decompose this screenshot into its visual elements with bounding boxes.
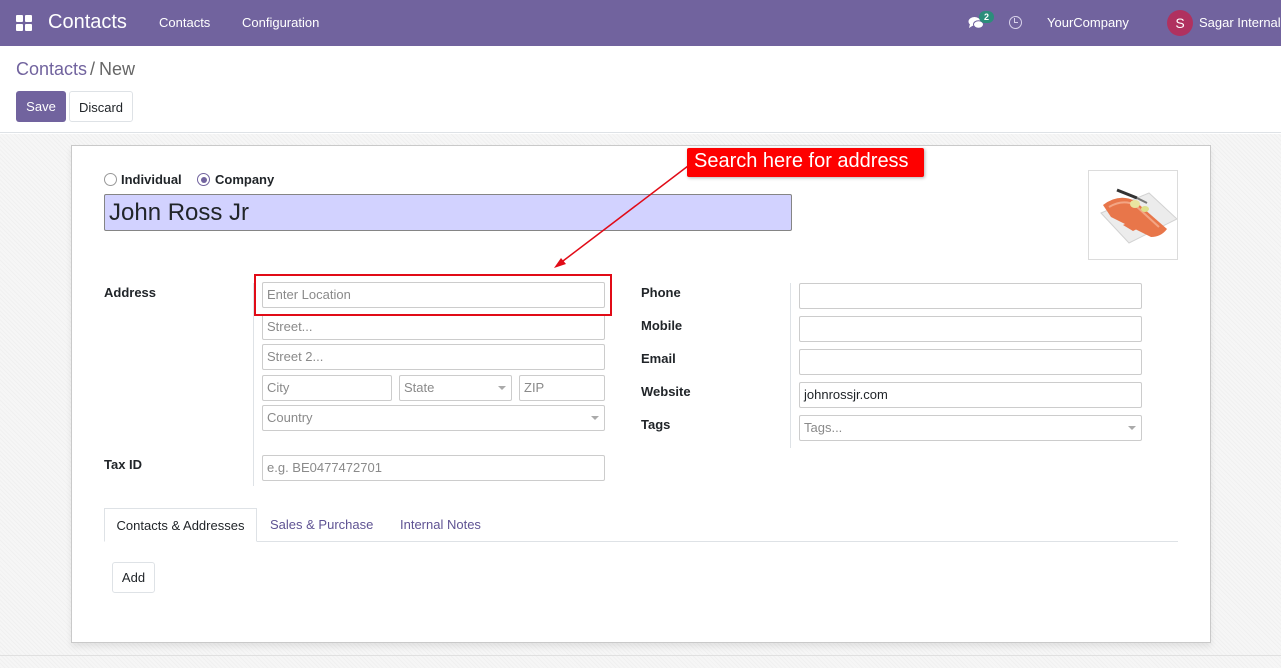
tab-internal-notes[interactable]: Internal Notes [400,508,481,542]
contact-info-divider [790,283,791,448]
tabs-underline [104,541,1178,542]
email-input[interactable] [799,349,1142,375]
phone-input[interactable] [799,283,1142,309]
company-switcher[interactable]: YourCompany [1047,15,1129,30]
website-input[interactable]: johnrossjr.com [799,382,1142,408]
state-select[interactable]: State [399,375,512,401]
country-select[interactable]: Country [262,405,605,431]
radio-company-label[interactable]: Company [215,172,274,187]
menu-contacts[interactable]: Contacts [159,15,210,30]
radio-company[interactable] [197,173,210,186]
app-title[interactable]: Contacts [48,11,127,34]
control-panel: Contacts / New Save Discard [0,46,1281,133]
annotation-highlight-box [254,274,612,316]
street2-input[interactable]: Street 2... [262,344,605,370]
tax-id-label: Tax ID [104,457,143,472]
mobile-input[interactable] [799,316,1142,342]
chevron-down-icon [591,416,599,420]
radio-individual-label[interactable]: Individual [121,172,182,187]
tags-label: Tags [641,417,671,432]
city-input[interactable]: City [262,375,392,401]
tax-id-input[interactable]: e.g. BE0477472701 [262,455,605,481]
zip-input[interactable]: ZIP [519,375,605,401]
contact-image[interactable] [1088,170,1178,260]
phone-label: Phone [641,285,681,300]
chevron-down-icon [1128,426,1136,430]
tags-select[interactable]: Tags... [799,415,1142,441]
user-menu[interactable]: Sagar Internal [1199,15,1281,30]
radio-individual[interactable] [104,173,117,186]
street-input[interactable]: Street... [262,314,605,340]
chevron-down-icon [498,386,506,390]
tab-contacts-addresses[interactable]: Contacts & Addresses [104,508,257,542]
mobile-label: Mobile [641,318,683,333]
website-label: Website [641,384,691,399]
annotation-arrow-icon [554,165,689,268]
menu-configuration[interactable]: Configuration [242,15,319,30]
tab-sales-purchase[interactable]: Sales & Purchase [270,508,373,542]
discard-button[interactable]: Discard [69,91,133,122]
footer-divider [0,655,1281,656]
messages-count-badge: 2 [979,11,995,23]
email-label: Email [641,351,676,366]
breadcrumb-current: New [99,59,136,79]
address-label: Address [104,285,157,300]
user-avatar[interactable]: S [1167,10,1193,36]
clock-icon[interactable] [1009,16,1022,29]
top-navbar: Contacts Contacts Configuration 2 YourCo… [0,0,1281,46]
add-contact-button[interactable]: Add [112,562,155,593]
save-button[interactable]: Save [16,91,66,122]
annotation-callout: Search here for address [687,148,924,177]
breadcrumb-separator: / [90,59,96,79]
apps-grid-icon[interactable] [16,15,32,31]
breadcrumb-contacts[interactable]: Contacts [16,59,87,80]
